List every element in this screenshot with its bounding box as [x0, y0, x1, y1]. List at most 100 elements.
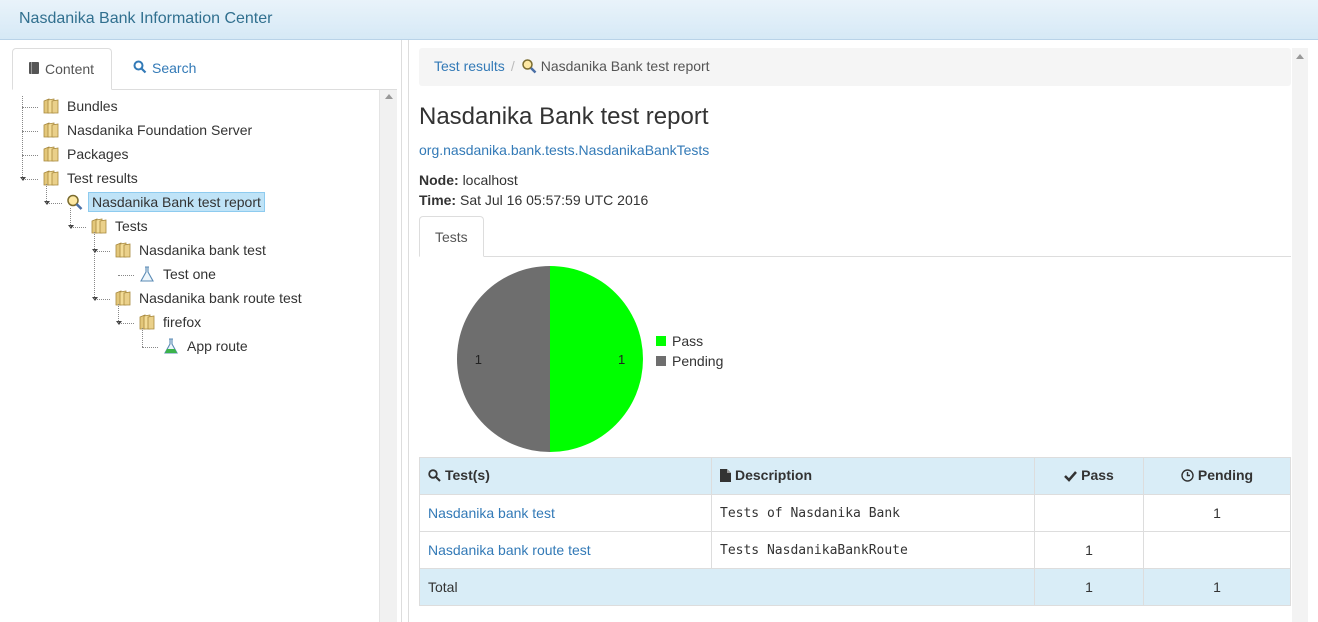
tree-guide-line [142, 328, 143, 347]
legend-swatch [656, 336, 666, 346]
header-pending-label: Pending [1197, 467, 1254, 483]
tree-node[interactable]: Tests [90, 216, 151, 238]
pie-chart: 11 [457, 266, 643, 452]
pie-slice-pending [457, 266, 550, 452]
tree-node-label: Tests [115, 218, 148, 234]
tab-search[interactable]: Search [118, 48, 211, 90]
header-pending[interactable]: Pending [1143, 457, 1291, 495]
header-description[interactable]: Description [711, 457, 1035, 495]
breadcrumb-current: Nasdanika Bank test report [540, 58, 710, 74]
tab-content[interactable]: Content [12, 48, 112, 90]
folder-icon [42, 98, 60, 114]
magnifier-icon [66, 194, 84, 210]
chart-legend: Pass Pending [656, 333, 723, 373]
tree-node[interactable]: Nasdanika bank route test [114, 288, 305, 310]
table-header-row: Test(s) Description Pass Pending [419, 457, 1291, 495]
tree-expander-icon[interactable] [20, 177, 26, 181]
total-label: Total [419, 568, 1035, 606]
breadcrumb: Test results / Nasdanika Bank test report [419, 48, 1291, 86]
main-panel: Test results / Nasdanika Bank test report… [408, 40, 1318, 622]
row-description: Tests NasdanikaBankRoute [711, 531, 1035, 569]
test-link[interactable]: Nasdanika bank test [428, 505, 555, 521]
node-label: Node: [419, 172, 459, 188]
folder-icon [114, 242, 132, 258]
legend-item: Pass [656, 333, 723, 353]
tree-node[interactable]: Nasdanika bank test [114, 240, 269, 262]
tree-guide-line [46, 184, 47, 203]
clock-icon [1181, 469, 1194, 485]
header-description-label: Description [735, 467, 813, 483]
tree-node[interactable]: App route [162, 336, 251, 358]
left-panel: Content Search Bundles Nasdanika Foundati… [4, 40, 402, 622]
tree-node-label: Nasdanika bank test [139, 242, 266, 258]
breadcrumb-test-results[interactable]: Test results [434, 58, 505, 74]
pie-value-label: 1 [618, 352, 625, 367]
breadcrumb-separator: / [510, 58, 515, 74]
header-tests[interactable]: Test(s) [419, 457, 712, 495]
tree-expander-icon[interactable] [92, 249, 98, 253]
page-title: Nasdanika Bank test report [419, 103, 709, 130]
scroll-up-arrow-icon[interactable] [1296, 54, 1304, 59]
table-total-row: Total 1 1 [419, 568, 1291, 606]
header-tests-label: Test(s) [445, 467, 490, 483]
results-table: Test(s) Description Pass Pending Nasdani… [419, 457, 1291, 606]
node-info: Node: localhost [419, 172, 518, 188]
tree-node-label: Nasdanika Foundation Server [67, 122, 253, 138]
tree-node[interactable]: Nasdanika Bank test report [66, 192, 265, 214]
left-tabs: Content Search [12, 48, 397, 90]
report-tabs: Tests [419, 216, 1291, 257]
node-value: localhost [462, 172, 518, 188]
legend-label: Pending [672, 353, 724, 369]
tab-tests[interactable]: Tests [419, 216, 484, 257]
folder-icon [138, 314, 156, 330]
app-title: Nasdanika Bank Information Center [19, 10, 273, 27]
tab-search-label: Search [152, 60, 197, 76]
tree-node[interactable]: Bundles [42, 96, 121, 118]
tab-content-label: Content [45, 61, 95, 77]
row-test: Nasdanika bank test [419, 494, 712, 532]
tree-connector [22, 155, 38, 156]
search-icon [133, 60, 147, 77]
tree-expander-icon[interactable] [68, 225, 74, 229]
tree-connector [142, 347, 158, 348]
content-tree: Bundles Nasdanika Foundation Server Packag… [4, 92, 380, 622]
table-row: Nasdanika bank test Tests of Nasdanika B… [419, 494, 1291, 532]
scroll-up-arrow-icon[interactable] [385, 94, 393, 99]
test-link[interactable]: Nasdanika bank route test [428, 542, 591, 558]
search-icon [428, 469, 441, 485]
legend-item: Pending [656, 353, 723, 373]
tree-node-label: Test one [163, 266, 216, 282]
tree-node[interactable]: firefox [138, 312, 204, 334]
tree-expander-icon[interactable] [92, 297, 98, 301]
tree-connector [22, 107, 38, 108]
folder-icon [42, 146, 60, 162]
tree-node-label: Nasdanika bank route test [139, 290, 302, 306]
folder-icon [42, 122, 60, 138]
total-pass: 1 [1034, 568, 1144, 606]
time-info: Time: Sat Jul 16 05:57:59 UTC 2016 [419, 192, 648, 208]
tree-node[interactable]: Test results [42, 168, 141, 190]
header-pass-label: Pass [1081, 467, 1114, 483]
pie-slice-pass [550, 266, 643, 452]
row-pending [1143, 531, 1291, 569]
main-scrollbar[interactable] [1292, 48, 1308, 622]
tree-connector [118, 275, 134, 276]
tree-expander-icon[interactable] [44, 201, 50, 205]
tree-node[interactable]: Packages [42, 144, 131, 166]
folder-icon [90, 218, 108, 234]
header-pass[interactable]: Pass [1034, 457, 1144, 495]
tree-node-label: Test results [67, 170, 138, 186]
tree-node[interactable]: Test one [138, 264, 219, 286]
total-pending: 1 [1143, 568, 1291, 606]
tree-scrollbar[interactable] [379, 90, 397, 622]
folder-icon [114, 290, 132, 306]
test-class-link[interactable]: org.nasdanika.bank.tests.NasdanikaBankTe… [419, 142, 709, 158]
file-icon [720, 469, 731, 485]
tree-expander-icon[interactable] [116, 321, 122, 325]
tree-node-label: App route [187, 338, 248, 354]
tree-guide-line [118, 304, 119, 323]
tree-node[interactable]: Nasdanika Foundation Server [42, 120, 255, 142]
tree-node-label: firefox [163, 314, 202, 330]
tree-node-label: Packages [67, 146, 129, 162]
row-pending: 1 [1143, 494, 1291, 532]
